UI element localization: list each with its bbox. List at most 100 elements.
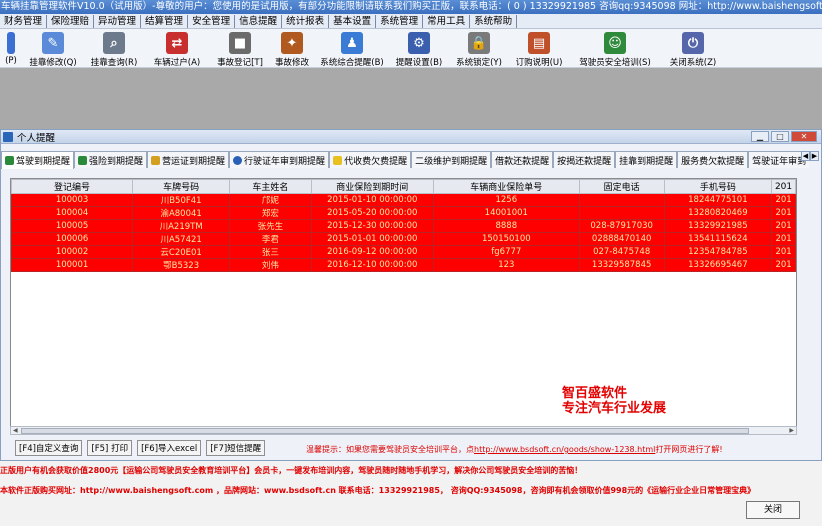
tab-driver-license-review[interactable]: 驾驶证年审到: [748, 151, 809, 168]
child-window-title: 个人提醒: [17, 132, 56, 144]
table-row[interactable]: 100004 渝A80041 郑宏 2015-05-20 00:00:00 140010…: [11, 206, 796, 220]
action-buttons: [F4]自定义查询 [F5] 打印 [F6]导入excel [F7]短信提醒: [15, 440, 270, 456]
tool-reminder-settings-button[interactable]: ⚙ 提醒设置(B): [390, 29, 448, 67]
reminder-tabs: 驾驶到期提醒 强险到期提醒 营运证到期提醒 行驶证年审到期提醒 代收费欠费提醒 …: [1, 151, 809, 169]
book-icon: ▤: [528, 32, 550, 54]
tab-icon: [78, 155, 88, 165]
reminder-icon: ♟: [341, 32, 363, 54]
reminder-table: 登记编号 车牌号码 车主姓名 商业保险到期时间 车辆商业保险单号 固定电话 手机…: [11, 179, 796, 272]
horizontal-scrollbar[interactable]: ◀ ▶: [10, 426, 797, 435]
tab-insurance-due[interactable]: 强险到期提醒: [74, 151, 148, 168]
footer-panel: 正版用户有机会获取价值2800元【运输公司驾驶员安全教育培训平台】会员卡，一键发…: [0, 461, 822, 526]
window-title: 车辆挂靠管理软件V10.0（试用版）: [1, 1, 153, 12]
tab-fee-arrears[interactable]: 代收费欠费提醒: [329, 151, 412, 168]
promo-line-1[interactable]: 正版用户有机会获取价值2800元【运输公司驾驶员安全教育培训平台】会员卡，一键发…: [0, 465, 822, 476]
power-icon: ⏻: [682, 32, 704, 54]
tool-exit-system-button[interactable]: ⏻ 关闭系统(Z): [662, 29, 724, 67]
tool-driver-training-button[interactable]: ☺ 驾驶员安全培训(S): [568, 29, 662, 67]
menu-system[interactable]: 系统管理: [376, 14, 424, 28]
tool-order-info-button[interactable]: ▤ 订购说明(U): [510, 29, 568, 67]
transfer-icon: ⇄: [166, 32, 188, 54]
mdi-workspace: [0, 68, 822, 129]
tab-scroll-left-icon[interactable]: ◀: [801, 151, 810, 161]
menu-tools[interactable]: 常用工具: [423, 14, 471, 28]
edit-document-icon: ✎: [42, 32, 64, 54]
tool-accident-register-button[interactable]: ■ 事故登记[T]: [210, 29, 270, 67]
close-button[interactable]: 关闭: [746, 501, 800, 519]
tab-license-review-due[interactable]: 行驶证年审到期提醒: [229, 151, 330, 168]
lock-icon: 🔒: [468, 32, 490, 54]
search-car-icon: ⌕: [103, 32, 125, 54]
close-window-button[interactable]: ✕: [791, 131, 817, 142]
car-icon: [7, 32, 15, 54]
table-row[interactable]: 100003 川B50F41 邝妮 2015-01-10 00:00:00 1256 18…: [11, 193, 796, 207]
menu-help[interactable]: 系统帮助: [470, 14, 518, 28]
col-extra[interactable]: 201: [771, 179, 796, 194]
window-app-icon: [3, 131, 13, 142]
tool-query-affiliation-button[interactable]: ⌕ 挂靠查询(R): [84, 29, 144, 67]
brand-slogan: 专注汽车行业发展: [562, 401, 667, 416]
minimize-button[interactable]: ▁: [751, 131, 769, 142]
tab-driving-due[interactable]: 驾驶到期提醒: [1, 151, 75, 169]
tab-maintenance-due[interactable]: 二级维护到期提醒: [411, 151, 492, 168]
tab-mortgage-repayment[interactable]: 按揭还款提醒: [553, 151, 616, 168]
table-row[interactable]: 100005 川A219TM 张先生 2015-12-30 00:00:00 8888 0…: [11, 219, 796, 233]
reminder-grid: 登记编号 车牌号码 车主姓名 商业保险到期时间 车辆商业保险单号 固定电话 手机…: [10, 178, 797, 428]
info-icon: [233, 155, 243, 165]
tool-lock-system-button[interactable]: 🔒 系统锁定(Y): [448, 29, 510, 67]
col-policy-number[interactable]: 车辆商业保险单号: [432, 179, 580, 194]
menu-safety[interactable]: 安全管理: [188, 14, 236, 28]
menu-reminders[interactable]: 信息提醒: [235, 14, 283, 28]
toolbar: (P) ✎ 挂靠修改(Q) ⌕ 挂靠查询(R) ⇄ 车辆过户(A) ■ 事故登记…: [0, 29, 822, 68]
menu-insurance-claims[interactable]: 保险理赔: [47, 14, 95, 28]
tab-scroll-right-icon[interactable]: ▶: [810, 151, 819, 161]
tab-loan-repayment[interactable]: 借款还款提醒: [491, 151, 554, 168]
scroll-right-icon[interactable]: ▶: [789, 427, 794, 434]
team-icon: ☺: [604, 32, 626, 54]
tab-operating-permit-due[interactable]: 营运证到期提醒: [147, 151, 230, 168]
menu-changes[interactable]: 异动管理: [94, 14, 142, 28]
custom-query-button[interactable]: [F4]自定义查询: [15, 440, 83, 456]
child-title-bar: 个人提醒 ▁ □ ✕: [1, 130, 821, 144]
menu-finance[interactable]: 财务管理: [0, 14, 48, 28]
import-excel-button[interactable]: [F6]导入excel: [137, 440, 202, 456]
tool-accident-edit-button[interactable]: ✦ 事故修改: [270, 29, 314, 67]
tool-add-vehicle-button[interactable]: (P): [0, 29, 22, 66]
table-row[interactable]: 100001 鄂B5323 刘伟 2016-12-10 00:00:00 123 1332…: [11, 258, 796, 272]
tool-transfer-button[interactable]: ⇄ 车辆过户(A): [144, 29, 210, 67]
cube-icon: ■: [229, 32, 251, 54]
window-title-notice: -尊敬的用户：您使用的是试用版，有部分功能限制请联系我们购买正版，联系电话：( …: [152, 1, 822, 12]
menu-bar: 财务管理 保险理赔 异动管理 结算管理 安全管理 信息提醒 统计报表 基本设置 …: [0, 14, 822, 29]
maximize-button[interactable]: □: [771, 131, 789, 142]
tip-text: 温馨提示：如果您需要驾驶员安全培训平台，点http://www.bsdsoft.…: [306, 445, 723, 454]
tool-system-reminder-button[interactable]: ♟ 系统综合提醒(B): [314, 29, 390, 67]
table-row[interactable]: 100006 川A57421 李君 2015-01-01 00:00:00 150150…: [11, 232, 796, 246]
wrench-icon: ✦: [281, 32, 303, 54]
tab-icon: [5, 156, 14, 165]
tab-service-fee-arrears[interactable]: 服务费欠款提醒: [677, 151, 749, 168]
col-phone[interactable]: 固定电话: [578, 179, 665, 194]
warning-icon: [333, 155, 343, 165]
table-row[interactable]: 100002 云C20E01 张三 2016-09-12 00:00:00 fg6777…: [11, 245, 796, 259]
menu-reports[interactable]: 统计报表: [282, 14, 330, 28]
col-mobile[interactable]: 手机号码: [663, 179, 773, 194]
training-link[interactable]: http://www.bsdsoft.cn/goods/show-1238.ht…: [474, 445, 655, 454]
col-owner[interactable]: 车主姓名: [229, 179, 312, 194]
print-button[interactable]: [F5] 打印: [87, 440, 133, 456]
menu-settlement[interactable]: 结算管理: [141, 14, 189, 28]
tool-edit-affiliation-button[interactable]: ✎ 挂靠修改(Q): [22, 29, 84, 67]
col-reg-number[interactable]: 登记编号: [11, 179, 134, 194]
personal-reminder-window: 个人提醒 ▁ □ ✕ 驾驶到期提醒 强险到期提醒 营运证到期提醒 行驶证年审到期…: [0, 129, 822, 461]
sms-reminder-button[interactable]: [F7]短信提醒: [206, 440, 266, 456]
tab-icon: [151, 155, 161, 165]
scroll-left-icon[interactable]: ◀: [13, 427, 18, 434]
menu-basic-settings[interactable]: 基本设置: [329, 14, 377, 28]
brand-name: 智百盛软件: [562, 386, 628, 401]
table-header-row: 登记编号 车牌号码 车主姓名 商业保险到期时间 车辆商业保险单号 固定电话 手机…: [11, 179, 796, 194]
gear-icon: ⚙: [408, 32, 430, 54]
scrollbar-thumb[interactable]: [21, 428, 749, 434]
tab-affiliation-due[interactable]: 挂靠到期提醒: [615, 151, 678, 168]
col-insurance-expiry[interactable]: 商业保险到期时间: [310, 179, 434, 194]
promo-line-2[interactable]: 本软件正版购买网址：http://www.baishengsoft.com ，品…: [0, 485, 822, 496]
col-plate[interactable]: 车牌号码: [132, 179, 231, 194]
